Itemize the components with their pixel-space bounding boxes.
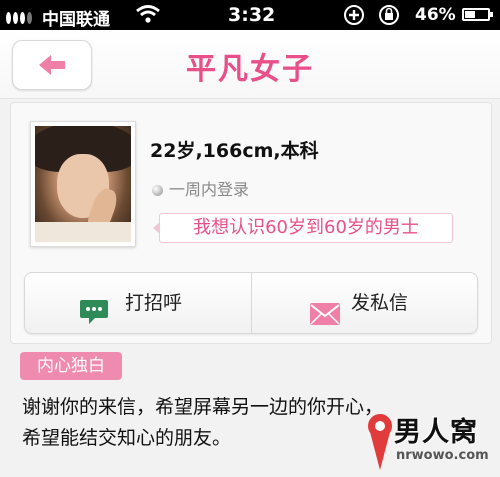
monologue-tag: 内心独白	[20, 352, 122, 380]
watermark-text: 男人窝	[394, 417, 478, 448]
seeking-bubble: 我想认识60岁到60岁的男士	[153, 213, 453, 243]
location-icon	[343, 4, 365, 31]
chat-bubble-icon	[79, 290, 109, 333]
status-dot-icon	[152, 185, 163, 196]
greet-label: 打招呼	[125, 292, 183, 314]
profile-summary: 22岁,166cm,本科	[150, 140, 319, 162]
wifi-icon	[135, 4, 161, 29]
avatar	[35, 126, 131, 242]
online-status-text: 一周内登录	[169, 180, 250, 199]
action-buttons: 打招呼 发私信	[24, 272, 478, 334]
page-title: 平凡女子	[186, 52, 314, 87]
online-status: 一周内登录	[152, 176, 249, 200]
battery-percent: 46%	[415, 5, 456, 25]
navigation-bar: 平凡女子	[0, 30, 500, 99]
rotation-lock-icon	[378, 4, 400, 31]
envelope-icon	[309, 290, 341, 333]
avatar-frame[interactable]	[30, 121, 136, 247]
watermark-url: nrwowo.com	[396, 448, 489, 463]
clock: 3:32	[228, 4, 276, 26]
battery-level-fill	[465, 11, 475, 18]
send-message-button[interactable]: 发私信	[251, 273, 477, 333]
watermark: 男人窝 nrwowo.com	[364, 410, 500, 477]
signal-strength-icon	[6, 9, 34, 29]
send-message-label: 发私信	[351, 292, 409, 314]
greet-button[interactable]: 打招呼	[25, 273, 252, 333]
status-bar: 中国联通 3:32 46%	[0, 0, 500, 30]
watermark-logo-icon	[368, 414, 392, 470]
battery-icon	[462, 8, 493, 21]
carrier-name: 中国联通	[42, 10, 110, 30]
